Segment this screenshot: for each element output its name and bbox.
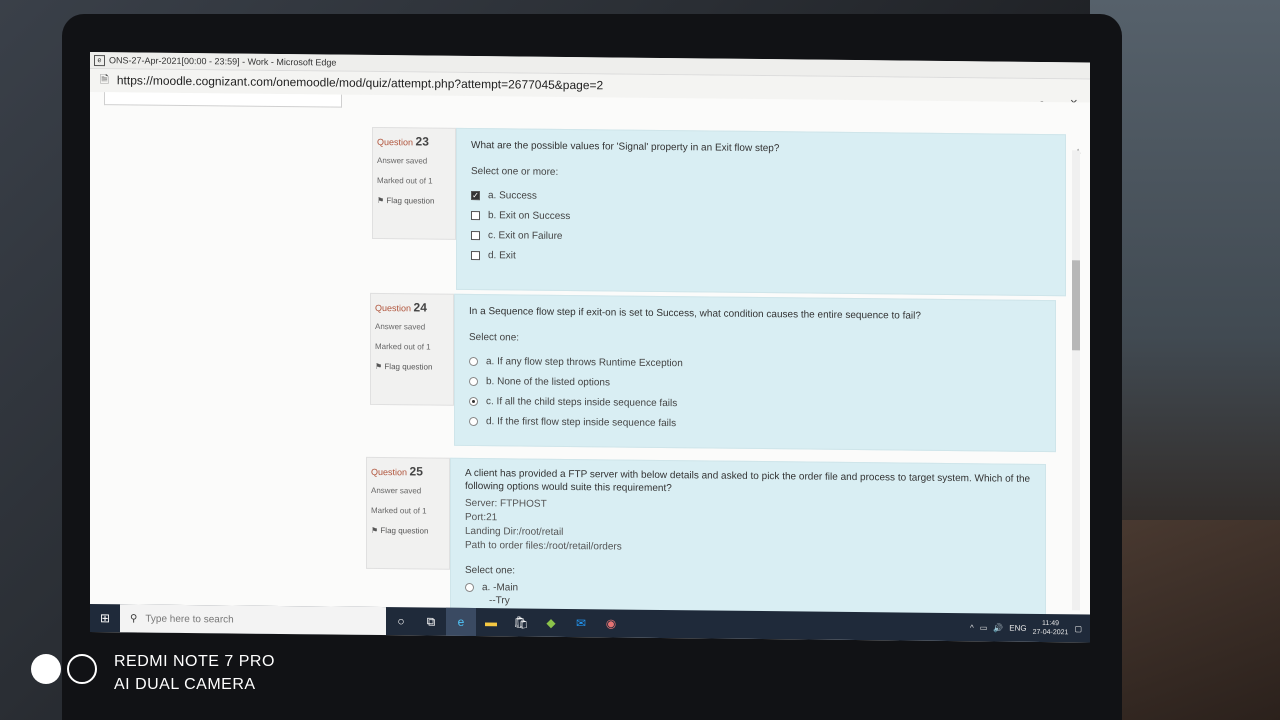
question-prompt: Select one:	[469, 331, 520, 344]
notification-icon[interactable]: ▢	[1074, 624, 1082, 633]
camera-watermark: REDMI NOTE 7 PRO AI DUAL CAMERA	[114, 653, 275, 693]
app-icon[interactable]: ◆	[536, 609, 566, 637]
volume-icon[interactable]: 🔊	[993, 623, 1003, 632]
search-placeholder: Type here to search	[145, 613, 234, 626]
checkbox[interactable]	[471, 210, 480, 220]
camera-logo	[31, 654, 97, 684]
laptop-screen: e ONS-27-Apr-2021[00:00 - 23:59] - Work …	[90, 52, 1090, 643]
radio-button[interactable]	[465, 582, 474, 592]
flag-icon: ⚑	[377, 196, 385, 206]
question-text: What are the possible values for 'Signal…	[471, 139, 780, 155]
flag-icon: ⚑	[371, 525, 379, 536]
question-box-24: In a Sequence flow step if exit-on is se…	[454, 293, 1056, 453]
flag-question-link[interactable]: ⚑ Flag question	[375, 362, 449, 372]
flag-question-link[interactable]: ⚑ Flag question	[377, 196, 451, 206]
question-text: A client has provided a FTP server with …	[465, 467, 1031, 495]
checkbox[interactable]	[471, 250, 480, 260]
outlook-icon[interactable]: ✉	[566, 609, 596, 637]
scrollbar-thumb[interactable]	[1072, 260, 1080, 351]
question-info-23: Question 23 Answer saved Marked out of 1…	[372, 126, 456, 240]
tray-chevron-icon[interactable]: ^	[970, 623, 974, 632]
radio-button[interactable]	[469, 376, 478, 386]
marks-label: Marked out of 1	[377, 176, 433, 186]
question-number: Question 24	[375, 300, 427, 315]
flag-question-link[interactable]: ⚑ Flag question	[371, 526, 445, 536]
question-info-24: Question 24 Answer saved Marked out of 1…	[370, 292, 454, 406]
question-box-23: What are the possible values for 'Signal…	[456, 127, 1066, 297]
store-icon[interactable]: 🛍	[506, 608, 536, 636]
radio-button[interactable]	[469, 416, 478, 426]
question-number: Question 25	[371, 464, 423, 479]
radio-button-selected[interactable]	[469, 396, 478, 406]
cortana-icon[interactable]: ○	[386, 607, 416, 635]
chrome-icon[interactable]: ◉	[596, 609, 626, 637]
network-icon[interactable]: ▭	[980, 623, 988, 632]
camera-dot-filled	[31, 654, 61, 684]
nav-panel-edge	[104, 92, 342, 108]
question-text: In a Sequence flow step if exit-on is se…	[469, 305, 921, 322]
marks-label: Marked out of 1	[375, 341, 431, 352]
question-box-25: A client has provided a FTP server with …	[450, 457, 1046, 625]
marks-label: Marked out of 1	[371, 505, 427, 516]
page-icon: 🗎	[100, 73, 109, 86]
edge-app-icon: e	[94, 54, 105, 66]
task-view-icon[interactable]: ⧉	[416, 607, 446, 635]
search-icon: ⚲	[130, 612, 138, 624]
page-content: Question 23 Answer saved Marked out of 1…	[90, 92, 1090, 625]
question-prompt: Select one:	[465, 564, 516, 577]
page-scrollbar[interactable]	[1072, 150, 1080, 611]
camera-dot-ring	[67, 654, 97, 684]
file-explorer-icon[interactable]: ▬	[476, 608, 506, 636]
url-text[interactable]: https://moodle.cognizant.com/onemoodle/m…	[117, 73, 603, 92]
taskbar-search-input[interactable]: ⚲ Type here to search	[120, 604, 386, 636]
checkbox[interactable]	[471, 230, 480, 240]
question-prompt: Select one or more:	[471, 165, 559, 178]
answer-status: Answer saved	[375, 321, 426, 332]
edge-taskbar-icon[interactable]: e	[446, 607, 476, 637]
system-tray: ^ ▭ 🔊 ENG 11:49 27-04-2021 ▢	[970, 618, 1090, 637]
radio-button[interactable]	[469, 356, 478, 366]
windows-start-icon[interactable]: ⊞	[90, 604, 120, 632]
checkbox-checked[interactable]: ✓	[471, 190, 480, 200]
taskbar-clock[interactable]: 11:49 27-04-2021	[1033, 619, 1069, 637]
answer-status: Answer saved	[377, 156, 428, 166]
flag-icon: ⚑	[375, 361, 383, 372]
window-title: ONS-27-Apr-2021[00:00 - 23:59] - Work - …	[109, 55, 337, 68]
question-number: Question 23	[377, 134, 429, 149]
answer-status: Answer saved	[371, 485, 422, 496]
question-info-25: Question 25 Answer saved Marked out of 1…	[366, 456, 450, 570]
language-indicator[interactable]: ENG	[1009, 623, 1026, 632]
